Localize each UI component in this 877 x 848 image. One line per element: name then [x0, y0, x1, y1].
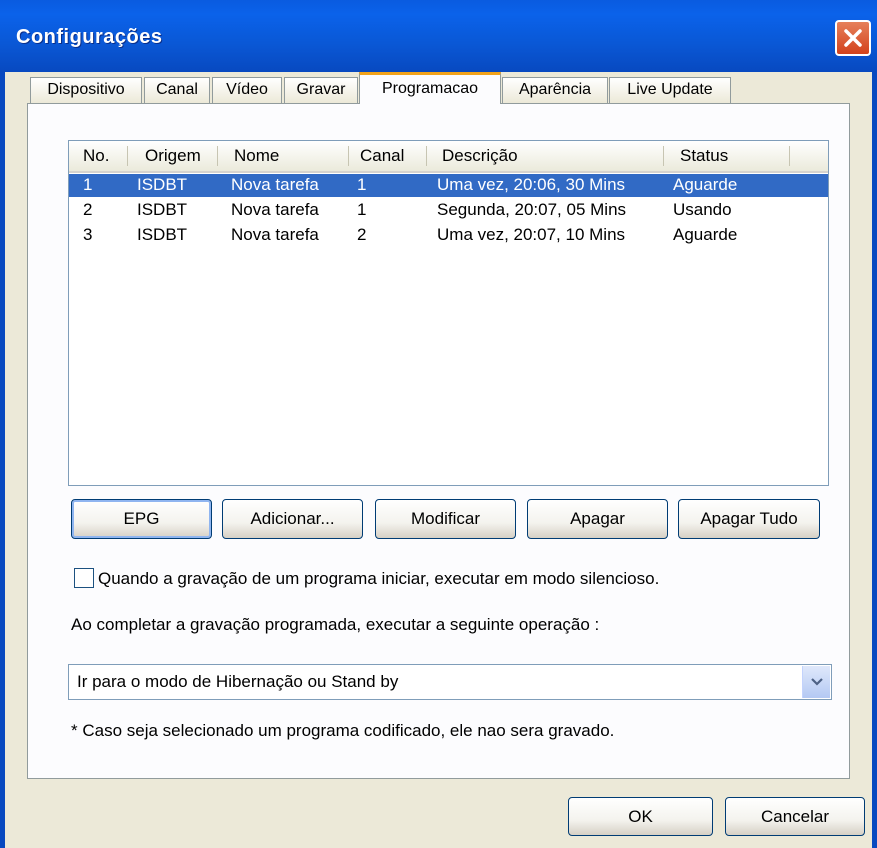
delete-all-button[interactable]: Apagar Tudo: [678, 499, 820, 539]
cell-status: Aguarde: [673, 225, 738, 244]
cell-origem: ISDBT: [137, 175, 188, 194]
tab-aparencia[interactable]: Aparência: [502, 77, 608, 103]
list-header: No. Origem Nome Canal Descrição Status: [69, 141, 828, 173]
window-frame-right: [872, 72, 877, 848]
cell-no: 2: [83, 200, 93, 219]
cell-canal: 1: [357, 200, 367, 219]
cell-canal: 2: [357, 225, 367, 244]
cell-nome: Nova tarefa: [231, 175, 319, 194]
cell-status: Usando: [673, 200, 732, 219]
epg-button[interactable]: EPG: [71, 499, 212, 539]
modify-button[interactable]: Modificar: [375, 499, 516, 539]
tab-canal[interactable]: Canal: [144, 77, 210, 103]
tab-gravar[interactable]: Gravar: [284, 77, 358, 103]
column-header-nome[interactable]: Nome: [234, 141, 279, 171]
tab-programacao[interactable]: Programacao: [359, 72, 501, 104]
table-row[interactable]: 2 ISDBT Nova tarefa 1 Segunda, 20:07, 05…: [69, 199, 828, 222]
ok-button[interactable]: OK: [568, 797, 713, 836]
close-button[interactable]: [835, 20, 871, 56]
column-header-canal[interactable]: Canal: [360, 141, 404, 171]
settings-dialog: Configurações Dispositivo Canal Vídeo Gr…: [0, 0, 877, 848]
tab-live-update[interactable]: Live Update: [609, 77, 731, 103]
column-header-origem[interactable]: Origem: [145, 141, 201, 171]
cell-no: 3: [83, 225, 93, 244]
column-divider[interactable]: [426, 146, 427, 166]
schedule-list[interactable]: No. Origem Nome Canal Descrição Status 1…: [68, 140, 829, 486]
completion-action-value: Ir para o modo de Hibernação ou Stand by: [77, 672, 399, 691]
title-bar[interactable]: Configurações: [0, 0, 877, 72]
column-divider[interactable]: [789, 146, 790, 166]
column-divider[interactable]: [348, 146, 349, 166]
completion-action-select[interactable]: Ir para o modo de Hibernação ou Stand by: [68, 664, 832, 700]
cell-nome: Nova tarefa: [231, 200, 319, 219]
column-divider[interactable]: [217, 146, 218, 166]
cell-descricao: Uma vez, 20:06, 30 Mins: [437, 175, 626, 194]
window-frame-left: [0, 72, 5, 848]
column-header-status[interactable]: Status: [680, 141, 728, 171]
cell-nome: Nova tarefa: [231, 225, 319, 244]
delete-button[interactable]: Apagar: [527, 499, 668, 539]
column-divider[interactable]: [663, 146, 664, 166]
tab-video[interactable]: Vídeo: [212, 77, 282, 103]
encrypted-note: * Caso seja selecionado um programa codi…: [71, 721, 615, 740]
tab-dispositivo[interactable]: Dispositivo: [30, 77, 142, 103]
add-button[interactable]: Adicionar...: [222, 499, 363, 539]
column-header-descricao[interactable]: Descrição: [442, 141, 518, 171]
cell-status: Aguarde: [673, 175, 738, 194]
table-row[interactable]: 3 ISDBT Nova tarefa 2 Uma vez, 20:07, 10…: [69, 224, 828, 247]
cell-canal: 1: [357, 175, 367, 194]
completion-label: Ao completar a gravação programada, exec…: [71, 615, 600, 634]
column-header-no[interactable]: No.: [83, 141, 109, 171]
window-title: Configurações: [16, 26, 163, 48]
table-row[interactable]: 1 ISDBT Nova tarefa 1 Uma vez, 20:06, 30…: [69, 174, 828, 197]
silent-mode-label[interactable]: Quando a gravação de um programa iniciar…: [98, 569, 659, 589]
dropdown-button[interactable]: [802, 666, 830, 698]
column-divider[interactable]: [127, 146, 128, 166]
cell-descricao: Segunda, 20:07, 05 Mins: [437, 200, 627, 219]
chevron-down-icon: [811, 678, 823, 686]
cell-descricao: Uma vez, 20:07, 10 Mins: [437, 225, 626, 244]
close-icon: [844, 29, 862, 47]
cell-origem: ISDBT: [137, 225, 188, 244]
silent-mode-checkbox[interactable]: [74, 568, 94, 588]
cell-no: 1: [83, 175, 93, 194]
cell-origem: ISDBT: [137, 200, 188, 219]
cancel-button[interactable]: Cancelar: [725, 797, 865, 836]
